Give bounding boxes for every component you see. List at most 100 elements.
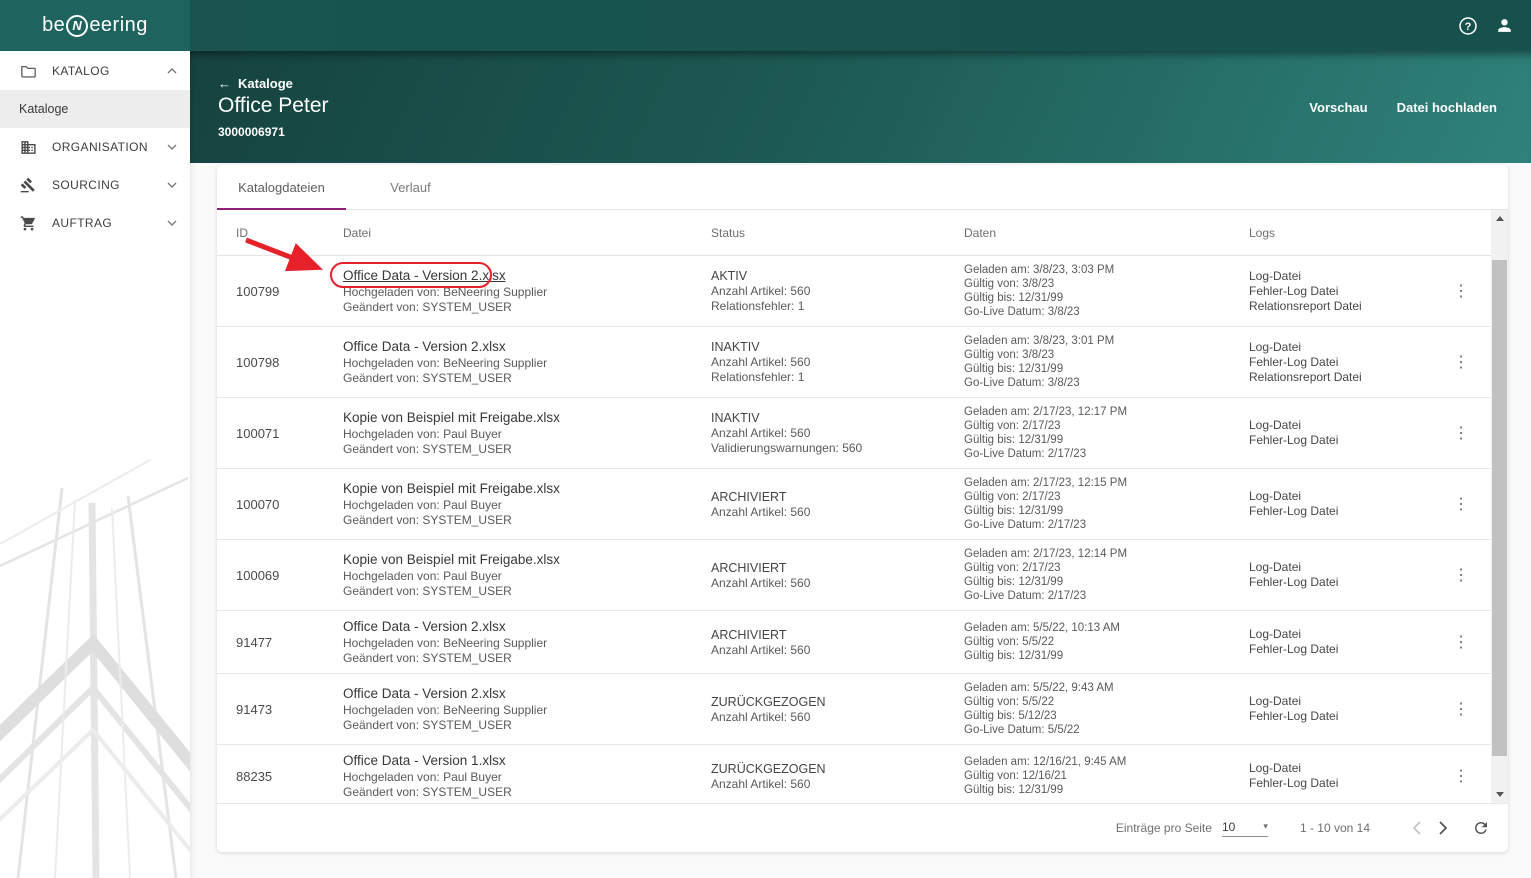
sidebar-item-organisation[interactable]: ORGANISATION — [0, 128, 190, 166]
file-name-link[interactable]: Office Data - Version 2.xlsx — [343, 618, 711, 636]
row-id: 100799 — [236, 283, 280, 299]
logo-n-icon: N — [66, 14, 89, 37]
scroll-up-button[interactable] — [1491, 210, 1508, 227]
loaded-at: Geladen am: 3/8/23, 3:01 PM — [964, 335, 1115, 347]
page-header: ← Kataloge Office Peter 3000006971 Vorsc… — [190, 51, 1531, 163]
column-header-daten: Daten — [964, 225, 997, 240]
status-badge: INAKTIV — [711, 411, 760, 425]
uploaded-by: Hochgeladen von: Paul Buyer — [343, 498, 502, 512]
logo-block: be N eering — [0, 0, 190, 51]
sidebar-item-auftrag[interactable]: AUFTRAG — [0, 204, 190, 242]
back-arrow-icon: ← — [218, 76, 231, 91]
go-live-date: Go-Live Datum: 2/17/23 — [964, 590, 1087, 602]
pagination-bar: Einträge pro Seite 10 ▾ 1 - 10 von 14 — [217, 803, 1508, 852]
file-name-link[interactable]: Kopie von Beispiel mit Freigabe.xlsx — [343, 409, 711, 427]
relations-report-link[interactable]: Relationsreport Datei — [1249, 299, 1431, 314]
kebab-menu-icon[interactable]: ⋮ — [1453, 425, 1469, 442]
dates-cell: Geladen am: 12/16/21, 9:45 AM Gültig von… — [964, 755, 1249, 797]
logs-cell: Log-Datei Fehler-Log Datei — [1249, 761, 1431, 791]
refresh-button[interactable] — [1472, 819, 1490, 837]
logo-text-pre: be — [42, 14, 66, 36]
kebab-menu-icon[interactable]: ⋮ — [1453, 283, 1469, 300]
file-cell: Kopie von Beispiel mit Freigabe.xlsx Hoc… — [343, 409, 711, 457]
go-live-date: Go-Live Datum: 2/17/23 — [964, 448, 1087, 460]
scrollbar-thumb[interactable] — [1492, 260, 1507, 756]
help-icon[interactable]: ? — [1458, 16, 1478, 36]
file-name-link[interactable]: Office Data - Version 1.xlsx — [343, 752, 711, 770]
logo-text-post: eering — [89, 14, 148, 36]
error-log-file-link[interactable]: Fehler-Log Datei — [1249, 504, 1431, 519]
loaded-at: Geladen am: 5/5/22, 10:13 AM — [964, 622, 1120, 634]
back-to-kataloge-link[interactable]: ← Kataloge — [218, 76, 293, 91]
kebab-menu-icon[interactable]: ⋮ — [1453, 496, 1469, 513]
error-log-file-link[interactable]: Fehler-Log Datei — [1249, 642, 1431, 657]
changed-by: Geändert von: SYSTEM_USER — [343, 584, 512, 598]
log-file-link[interactable]: Log-Datei — [1249, 269, 1431, 284]
error-log-file-link[interactable]: Fehler-Log Datei — [1249, 433, 1431, 448]
status-detail: Relationsfehler: 1 — [711, 370, 805, 384]
error-log-file-link[interactable]: Fehler-Log Datei — [1249, 776, 1431, 791]
per-page-label: Einträge pro Seite — [1115, 821, 1212, 835]
tab-katalogdateien[interactable]: Katalogdateien — [217, 165, 346, 210]
file-name-link[interactable]: Office Data - Version 2.xlsx — [343, 267, 711, 285]
error-log-file-link[interactable]: Fehler-Log Datei — [1249, 575, 1431, 590]
logs-cell: Log-Datei Fehler-Log Datei — [1249, 627, 1431, 657]
tab-verlauf[interactable]: Verlauf — [346, 165, 475, 209]
sidebar-item-katalog[interactable]: KATALOG — [0, 52, 190, 90]
kebab-menu-icon[interactable]: ⋮ — [1453, 354, 1469, 371]
dates-cell: Geladen am: 5/5/22, 10:13 AM Gültig von:… — [964, 621, 1249, 663]
log-file-link[interactable]: Log-Datei — [1249, 761, 1431, 776]
previous-page-button[interactable] — [1412, 821, 1421, 835]
status-detail: Anzahl Artikel: 560 — [711, 709, 811, 724]
file-name-link[interactable]: Kopie von Beispiel mit Freigabe.xlsx — [343, 480, 711, 498]
valid-until: Gültig bis: 12/31/99 — [964, 576, 1064, 588]
dates-cell: Geladen am: 5/5/22, 9:43 AM Gültig von: … — [964, 681, 1249, 737]
relations-report-link[interactable]: Relationsreport Datei — [1249, 370, 1431, 385]
file-name-link[interactable]: Kopie von Beispiel mit Freigabe.xlsx — [343, 551, 711, 569]
caret-down-icon: ▾ — [1263, 821, 1268, 831]
sidebar-item-kataloge-active[interactable]: Kataloge — [0, 90, 190, 128]
next-page-button[interactable] — [1439, 821, 1448, 835]
table-row: 100071 Kopie von Beispiel mit Freigabe.x… — [217, 398, 1491, 469]
log-file-link[interactable]: Log-Datei — [1249, 340, 1431, 355]
scroll-down-button[interactable] — [1491, 786, 1508, 803]
per-page-select[interactable]: 10 ▾ — [1221, 819, 1268, 837]
row-id: 100069 — [236, 567, 280, 583]
per-page-value: 10 — [1221, 819, 1236, 834]
uploaded-by: Hochgeladen von: Paul Buyer — [343, 569, 502, 583]
upload-file-button[interactable]: Datei hochladen — [1397, 100, 1497, 115]
status-badge: ARCHIVIERT — [711, 560, 787, 575]
status-detail: Anzahl Artikel: 560 — [711, 776, 811, 791]
error-log-file-link[interactable]: Fehler-Log Datei — [1249, 355, 1431, 370]
loaded-at: Geladen am: 12/16/21, 9:45 AM — [964, 756, 1127, 768]
preview-button[interactable]: Vorschau — [1309, 100, 1367, 115]
chevron-down-icon — [167, 144, 177, 150]
sidebar-item-sourcing[interactable]: SOURCING — [0, 166, 190, 204]
log-file-link[interactable]: Log-Datei — [1249, 489, 1431, 504]
valid-from: Gültig von: 3/8/23 — [964, 278, 1055, 290]
uploaded-by: Hochgeladen von: BeNeering Supplier — [343, 285, 548, 299]
app-window: be N eering ? KATALOG Kataloge ORGANISAT… — [0, 0, 1531, 878]
file-name-link[interactable]: Office Data - Version 2.xlsx — [343, 685, 711, 703]
status-detail: Anzahl Artikel: 560 — [711, 504, 811, 519]
vertical-scrollbar[interactable] — [1491, 210, 1508, 803]
kebab-menu-icon[interactable]: ⋮ — [1453, 768, 1469, 785]
building-background-image — [0, 459, 190, 878]
kebab-menu-icon[interactable]: ⋮ — [1453, 567, 1469, 584]
sidebar: KATALOG Kataloge ORGANISATION SOURCING A… — [0, 51, 190, 878]
log-file-link[interactable]: Log-Datei — [1249, 627, 1431, 642]
error-log-file-link[interactable]: Fehler-Log Datei — [1249, 709, 1431, 724]
row-id: 100798 — [236, 354, 280, 370]
log-file-link[interactable]: Log-Datei — [1249, 694, 1431, 709]
header-actions: Vorschau Datei hochladen — [1309, 100, 1497, 115]
row-id: 100070 — [236, 496, 280, 512]
error-log-file-link[interactable]: Fehler-Log Datei — [1249, 284, 1431, 299]
uploaded-by: Hochgeladen von: BeNeering Supplier — [343, 356, 548, 370]
file-name-link[interactable]: Office Data - Version 2.xlsx — [343, 338, 711, 356]
kebab-menu-icon[interactable]: ⋮ — [1453, 701, 1469, 718]
folder-icon — [19, 64, 37, 79]
log-file-link[interactable]: Log-Datei — [1249, 560, 1431, 575]
kebab-menu-icon[interactable]: ⋮ — [1453, 634, 1469, 651]
user-account-icon[interactable] — [1494, 16, 1514, 36]
log-file-link[interactable]: Log-Datei — [1249, 418, 1431, 433]
